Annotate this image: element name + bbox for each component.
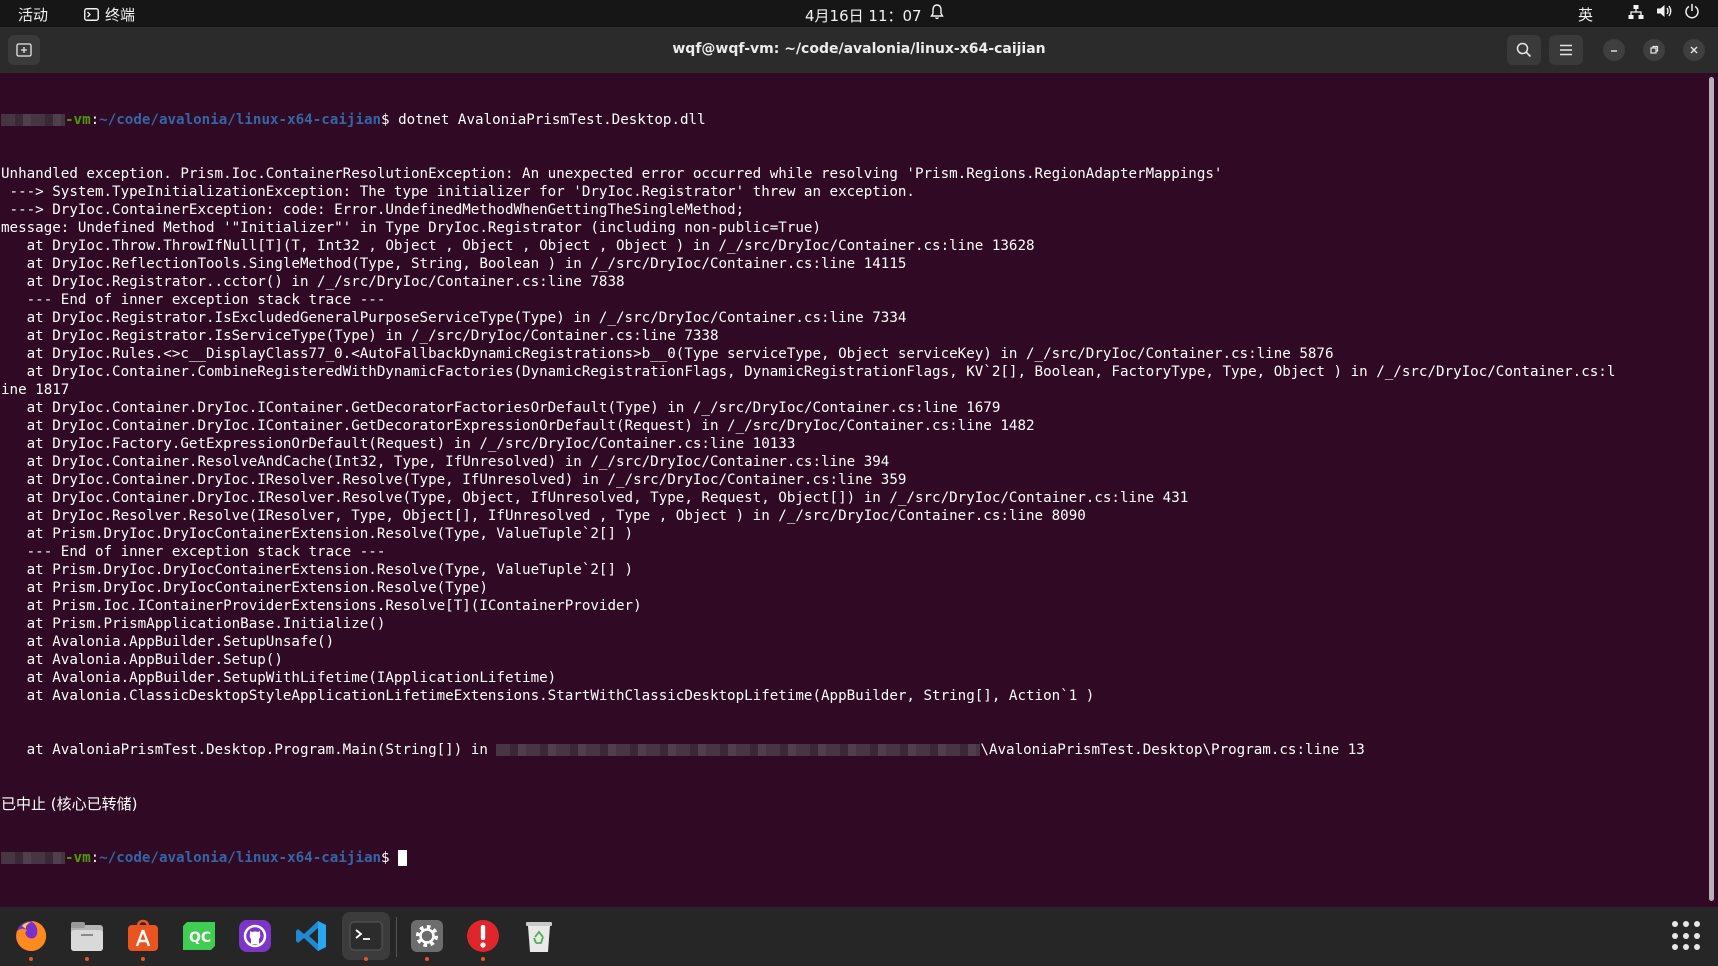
prompt-symbol: $ — [381, 112, 390, 128]
dock-github-desktop[interactable] — [231, 912, 279, 960]
dock-settings[interactable] — [403, 912, 451, 961]
aborted-message: 已中止 (核心已转储) — [1, 795, 138, 813]
prompt-line: -vm:~/code/avalonia/linux-x64-caijian$ d… — [1, 111, 1701, 129]
minimize-icon — [1611, 50, 1617, 52]
volume-icon[interactable] — [1656, 3, 1674, 23]
output-line: at Prism.Ioc.IContainerProviderExtension… — [1, 598, 642, 614]
output-line: --- End of inner exception stack trace -… — [1, 544, 386, 560]
output-line: at DryIoc.Container.DryIoc.IResolver.Res… — [1, 472, 907, 488]
app-center-icon — [128, 919, 158, 951]
output-line: at DryIoc.Throw.ThrowIfNull[T](T, Int32 … — [1, 238, 1035, 254]
terminal-title-bar: wqf@wqf-vm: ~/code/avalonia/linux-x64-ca… — [0, 27, 1718, 73]
clock[interactable]: 4月16日 11：07 — [805, 5, 922, 26]
dock-trash[interactable] — [515, 912, 563, 960]
firefox-icon — [16, 920, 47, 951]
maximize-button[interactable] — [1643, 39, 1665, 61]
output-line: at DryIoc.Registrator.IsServiceType(Type… — [1, 328, 719, 344]
settings-icon — [411, 920, 443, 952]
prompt-line-current: -vm:~/code/avalonia/linux-x64-caijian$ — [1, 849, 1701, 867]
output-line: at DryIoc.Registrator.IsExcludedGeneralP… — [1, 310, 907, 326]
output-line: at DryIoc.ReflectionTools.SingleMethod(T… — [1, 256, 907, 272]
dock-firefox[interactable] — [7, 912, 55, 961]
restore-icon — [1650, 45, 1659, 54]
output-line: at Avalonia.AppBuilder.SetupWithLifetime… — [1, 670, 557, 686]
output-line: --- End of inner exception stack trace -… — [1, 292, 386, 308]
output-line: at DryIoc.Factory.GetExpressionOrDefault… — [1, 436, 796, 452]
output-line: at DryIoc.Container.CombineRegisteredWit… — [1, 364, 1616, 380]
output-line: Unhandled exception. Prism.Ioc.Container… — [1, 166, 1223, 182]
output-line: at DryIoc.Container.ResolveAndCache(Int3… — [1, 454, 890, 470]
app-name: 终端 — [105, 6, 136, 24]
redacted-username — [1, 852, 65, 864]
files-icon — [71, 922, 103, 951]
dock-update-notifier[interactable] — [459, 912, 507, 961]
text-cursor — [398, 850, 408, 866]
network-icon[interactable] — [1628, 4, 1644, 24]
hamburger-menu-icon — [1560, 44, 1572, 56]
command-text: dotnet AvaloniaPrismTest.Desktop.dll — [389, 112, 706, 128]
power-icon[interactable] — [1684, 3, 1700, 23]
exception-output: Unhandled exception. Prism.Ioc.Container… — [1, 165, 1701, 705]
output-line: at DryIoc.Resolver.Resolve(IResolver, Ty… — [1, 508, 1086, 524]
output-line: at DryIoc.Container.DryIoc.IContainer.Ge… — [1, 400, 1001, 416]
dock-vscode[interactable] — [287, 912, 335, 960]
output-line: at DryIoc.Container.DryIoc.IContainer.Ge… — [1, 418, 1035, 434]
vscode-icon — [296, 921, 326, 951]
search-icon — [1516, 42, 1532, 58]
dock: QC — [0, 907, 1718, 966]
terminal-icon — [349, 921, 383, 951]
output-line: at DryIoc.Registrator..cctor() in /_/src… — [1, 274, 625, 290]
output-line: at Avalonia.AppBuilder.Setup() — [1, 652, 283, 668]
close-icon — [1690, 46, 1698, 54]
output-line: at DryIoc.Rules.<>c__DisplayClass77_0.<A… — [1, 346, 1334, 362]
output-line: at Prism.DryIoc.DryIocContainerExtension… — [1, 580, 488, 596]
running-indicator — [364, 957, 368, 961]
redacted-username — [1, 114, 65, 126]
app-menu[interactable]: 终端 — [84, 4, 135, 25]
output-line: ine 1817 — [1, 382, 70, 398]
terminal-output-area[interactable]: -vm:~/code/avalonia/linux-x64-caijian$ d… — [0, 73, 1718, 907]
system-top-bar: 活动 终端 4月16日 11：07 英 — [0, 0, 1718, 27]
github-desktop-icon — [239, 920, 271, 952]
output-line: at Prism.DryIoc.DryIocContainerExtension… — [1, 562, 634, 578]
redacted-path — [496, 744, 981, 756]
show-applications-icon[interactable] — [1672, 921, 1702, 951]
running-indicator — [29, 957, 33, 961]
dock-app-center[interactable] — [119, 912, 167, 961]
output-line: at Avalonia.AppBuilder.SetupUnsafe() — [1, 634, 335, 650]
update-notifier-icon — [467, 920, 499, 952]
dock-separator — [396, 917, 397, 957]
output-line: message: Undefined Method '"Initializer"… — [1, 220, 821, 236]
input-language-indicator[interactable]: 英 — [1578, 4, 1593, 25]
output-line: at DryIoc.Container.DryIoc.IResolver.Res… — [1, 490, 1189, 506]
running-indicator — [85, 957, 89, 961]
search-button[interactable] — [1507, 35, 1541, 65]
menu-button[interactable] — [1549, 35, 1583, 65]
running-indicator — [481, 957, 485, 961]
window-title: wqf@wqf-vm: ~/code/avalonia/linux-x64-ca… — [672, 41, 1046, 57]
running-indicator — [141, 957, 145, 961]
svg-text:QC: QC — [189, 930, 211, 946]
prompt-path: ~/code/avalonia/linux-x64-caijian — [99, 112, 382, 128]
activities-button[interactable]: 活动 — [18, 4, 48, 25]
output-line: ---> System.TypeInitializationException:… — [1, 184, 915, 200]
output-line: at Avalonia.ClassicDesktopStyleApplicati… — [1, 688, 1095, 704]
output-line: at Prism.PrismApplicationBase.Initialize… — [1, 616, 386, 632]
running-indicator — [425, 957, 429, 961]
prompt-host: -vm — [65, 112, 91, 128]
terminal-text: -vm:~/code/avalonia/linux-x64-caijian$ d… — [1, 75, 1701, 903]
close-button[interactable] — [1683, 39, 1705, 61]
qt-creator-icon: QC — [183, 922, 215, 950]
notification-bell-icon[interactable] — [930, 4, 944, 24]
dock-qt-creator[interactable]: QC — [175, 912, 223, 960]
dock-files[interactable] — [63, 912, 111, 961]
dock-terminal[interactable] — [342, 912, 390, 961]
output-line: at Prism.DryIoc.DryIocContainerExtension… — [1, 526, 634, 542]
minimize-button[interactable] — [1603, 39, 1625, 61]
output-line: ---> DryIoc.ContainerException: code: Er… — [1, 202, 745, 218]
terminal-app-icon — [84, 8, 99, 21]
trash-icon — [526, 922, 552, 952]
terminal-scrollbar[interactable] — [1709, 77, 1714, 901]
output-line-main: at AvaloniaPrismTest.Desktop.Program.Mai… — [1, 742, 1365, 758]
